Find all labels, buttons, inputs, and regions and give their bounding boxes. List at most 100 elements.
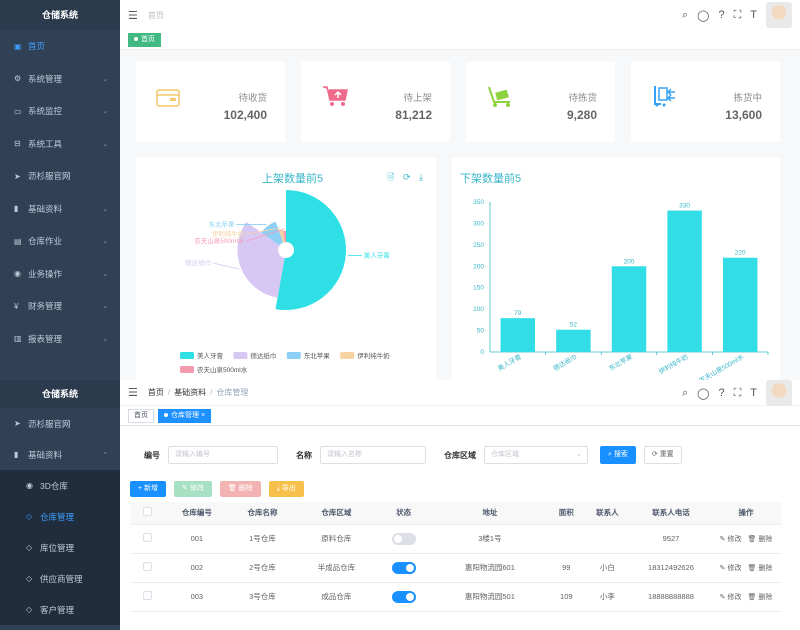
- select-all-checkbox[interactable]: [130, 502, 164, 525]
- legend-label-3[interactable]: 伊利纯牛奶: [357, 351, 390, 360]
- bar-chart-icon: ▥: [14, 334, 22, 344]
- table-row[interactable]: 003 3号仓库 成品仓库 惠阳物流园501 109 小李 18888888888 ✎ 修改 🗑…: [130, 582, 782, 612]
- sidebar-item-label: 沥杉服官网: [28, 418, 71, 429]
- sidebar-item-4[interactable]: ◇ 库位管理: [0, 532, 120, 563]
- sidebar-item-5[interactable]: ◇ 供应商管理: [0, 563, 120, 594]
- github-icon[interactable]: ◯: [697, 387, 709, 400]
- search-icon[interactable]: ⌕: [682, 387, 688, 400]
- font-size-icon[interactable]: T: [750, 9, 757, 21]
- row-edit-link[interactable]: ✎ 修改: [720, 536, 742, 543]
- legend-swatch-4[interactable]: [180, 366, 194, 373]
- name-input[interactable]: 请输入名称: [320, 446, 426, 464]
- add-button[interactable]: + 新增: [130, 481, 167, 497]
- font-size-icon[interactable]: T: [750, 387, 757, 399]
- question-icon[interactable]: ?: [718, 9, 724, 21]
- row-checkbox[interactable]: [130, 582, 164, 612]
- sidebar-item-1[interactable]: ⚙ 系统管理 ⌄: [0, 63, 120, 96]
- tag-home[interactable]: 首页: [128, 409, 154, 423]
- github-icon[interactable]: ◯: [697, 9, 709, 22]
- row-checkbox[interactable]: [130, 524, 164, 554]
- wallet-icon: [156, 84, 180, 115]
- table-row[interactable]: 001 1号仓库 原料仓库 3楼1号 9527 ✎ 修改 🗑 删除: [130, 524, 782, 554]
- tag-warehouse[interactable]: 仓库管理 ×: [158, 409, 212, 423]
- row-checkbox[interactable]: [130, 553, 164, 583]
- card-pending-picking[interactable]: 待拣货 9,280: [466, 62, 615, 142]
- sidebar-item-9[interactable]: ▥ 报表管理 ⌄: [0, 323, 120, 356]
- row-delete-link[interactable]: 🗑 删除: [747, 565, 772, 572]
- area-select[interactable]: 仓库区域 ⌄: [484, 446, 588, 464]
- bar-4[interactable]: [722, 257, 758, 352]
- breadcrumb[interactable]: 首页: [148, 10, 164, 21]
- sidebar-item-8[interactable]: ¥ 财务管理 ⌄: [0, 290, 120, 323]
- globe-icon: ◉: [26, 481, 33, 490]
- row-edit-link[interactable]: ✎ 修改: [720, 565, 742, 572]
- legend-swatch-0[interactable]: [180, 352, 194, 359]
- avatar[interactable]: [766, 2, 792, 28]
- sidebar-item-1[interactable]: ▮ 基础资料 ⌃: [0, 439, 120, 470]
- card-pending-putaway[interactable]: 待上架 81,212: [301, 62, 450, 142]
- bar-0[interactable]: [500, 318, 536, 352]
- hamburger-icon[interactable]: ☰: [128, 386, 138, 399]
- status-switch[interactable]: [391, 561, 416, 574]
- legend-swatch-2[interactable]: [286, 352, 301, 359]
- row-edit-link[interactable]: ✎ 修改: [720, 594, 742, 601]
- export-button[interactable]: ⤓ 导出: [268, 481, 304, 497]
- monitor-icon: ▭: [14, 106, 22, 116]
- card-picking[interactable]: 拣货中 13,600: [631, 62, 780, 142]
- sidebar-item-label: 系统管理: [28, 73, 63, 84]
- removal-top5-panel: 下架数量前5 0 50 100 150 200 250 300 350 79 美人牙膏 52 德达纸巾…: [452, 158, 780, 380]
- row-delete-link[interactable]: 🗑 删除: [747, 536, 772, 543]
- code-input[interactable]: 请输入编号: [168, 446, 278, 464]
- stat-cards: 待收货 102,400 待上架 81,212 待拣货 9,280 拣货中 13,…: [136, 62, 780, 142]
- avatar[interactable]: [766, 380, 792, 406]
- row-delete-link[interactable]: 🗑 删除: [747, 594, 772, 601]
- legend-label-2[interactable]: 东北苹果: [304, 351, 331, 360]
- search-button[interactable]: ⌕ 搜索: [600, 446, 636, 464]
- sidebar-item-6[interactable]: ▤ 仓库作业 ⌄: [0, 225, 120, 258]
- status-switch[interactable]: [391, 532, 416, 545]
- question-icon[interactable]: ?: [718, 387, 724, 399]
- sidebar-item-0[interactable]: ▣ 首页: [0, 30, 120, 63]
- legend-swatch-1[interactable]: [233, 352, 248, 359]
- tag-home[interactable]: 首页: [128, 32, 161, 47]
- sidebar-logo: 仓储系统: [0, 0, 120, 30]
- pie-slice-0[interactable]: [275, 190, 347, 310]
- sidebar-item-0[interactable]: ➤ 沥杉服官网: [0, 408, 120, 439]
- sidebar-item-4[interactable]: ➤ 沥杉服官网: [0, 160, 120, 193]
- status-switch[interactable]: [391, 590, 416, 603]
- sidebar-item-5[interactable]: ▮ 基础资料 ⌄: [0, 193, 120, 226]
- table-row[interactable]: 002 2号仓库 半成品仓库 惠阳物流园601 99 小白 18312492626 ✎ 修改 🗑…: [130, 553, 782, 583]
- legend-label-1[interactable]: 德达纸巾: [250, 351, 276, 360]
- delete-button[interactable]: 🗑 删除: [219, 481, 261, 497]
- legend-swatch-3[interactable]: [340, 352, 355, 359]
- search-form: 编号 请输入编号 名称 请输入名称 仓库区域 仓库区域 ⌄ ⌕ 搜索 ⟳ 重置: [144, 446, 780, 464]
- sidebar-item-2[interactable]: ◉ 3D仓库: [0, 470, 120, 501]
- sidebar-item-6[interactable]: ◇ 客户管理: [0, 594, 120, 625]
- reset-button[interactable]: ⟳ 重置: [643, 446, 682, 464]
- search-icon[interactable]: ⌕: [682, 9, 688, 22]
- breadcrumb-home[interactable]: 首页: [148, 388, 164, 397]
- sidebar-logo: 仓储系统: [0, 380, 120, 408]
- card-pending-receipt[interactable]: 待收货 102,400: [136, 62, 285, 142]
- fullscreen-icon[interactable]: ⛶: [734, 387, 742, 400]
- legend-label-0[interactable]: 美人牙膏: [197, 351, 224, 360]
- hamburger-icon[interactable]: ☰: [128, 9, 138, 22]
- fullscreen-icon[interactable]: ⛶: [734, 9, 742, 22]
- sidebar-item-3[interactable]: ◇ 仓库管理: [0, 501, 120, 532]
- sidebar-item-2[interactable]: ▭ 系统监控 ⌄: [0, 95, 120, 128]
- bar-3[interactable]: [667, 210, 702, 352]
- bar-1[interactable]: [556, 329, 591, 352]
- main-area: ☰ 首页 / 基础资料 / 仓库管理 ⌕ ◯ ? ⛶ T 首页 仓库管理 × 编号 请输…: [120, 380, 800, 630]
- pie-title: 上架数量前5: [262, 173, 324, 185]
- legend-label-4[interactable]: 农夫山泉500ml水: [197, 365, 248, 374]
- sidebar-item-3[interactable]: ⊟ 系统工具 ⌄: [0, 128, 120, 161]
- edit-button[interactable]: ✎ 修改: [174, 481, 212, 497]
- y-tick-0: 0: [480, 349, 484, 356]
- chart-toolbox[interactable]: 🗎 ⟳ ⤓: [387, 170, 426, 186]
- chevron-down-icon: ⌄: [102, 140, 108, 148]
- sidebar-item-label: 系统工具: [28, 138, 63, 149]
- sidebar-item-7[interactable]: ◉ 业务操作 ⌄: [0, 258, 120, 291]
- bar-2[interactable]: [611, 266, 647, 352]
- sidebar: 仓储系统 ▣ 首页 ⚙ 系统管理 ⌄ ▭ 系统监控 ⌄ ⊟ 系统工具 ⌄ ➤ 沥杉服官网 ▮ 基础资料 ⌄ ▤ 仓…: [0, 0, 120, 380]
- breadcrumb-basic[interactable]: 基础资料: [174, 388, 206, 397]
